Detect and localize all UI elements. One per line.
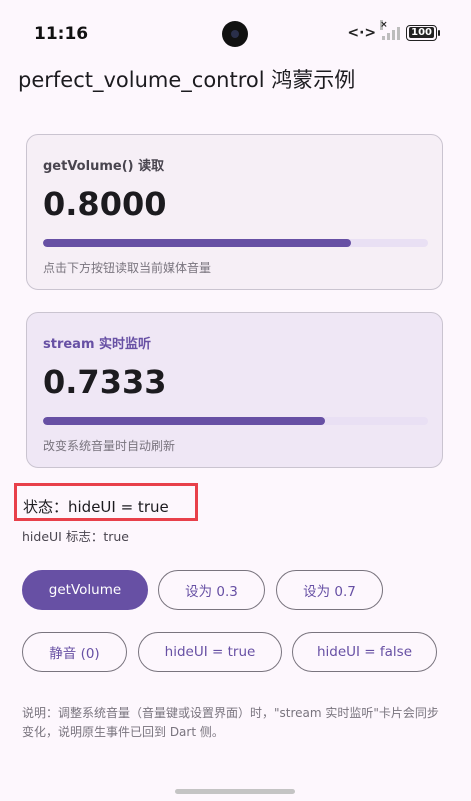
no-signal-mark: ×	[380, 20, 388, 30]
get-volume-progress	[43, 239, 428, 247]
get-volume-progress-fill	[43, 239, 351, 247]
get-volume-card: getVolume() 读取 0.8000 点击下方按钮读取当前媒体音量	[26, 134, 443, 290]
explanation-note: 说明：调整系统音量（音量键或设置界面）时，"stream 实时监听"卡片会同步变…	[22, 706, 439, 739]
battery-icon: 100	[406, 25, 440, 41]
get-volume-value: 0.8000	[43, 185, 167, 223]
status-time: 11:16	[34, 24, 89, 44]
hideui-true-button[interactable]: hideUI = true	[138, 632, 282, 672]
get-volume-card-label: getVolume() 读取	[43, 159, 165, 174]
status-icons: <·> × 100	[347, 20, 440, 41]
set-volume-0-7-button[interactable]: 设为 0.7	[276, 570, 383, 610]
signal-icon: ×	[380, 20, 401, 40]
hideui-false-button[interactable]: hideUI = false	[292, 632, 437, 672]
stream-hint: 改变系统音量时自动刷新	[43, 439, 176, 453]
set-volume-0-3-button[interactable]: 设为 0.3	[158, 570, 265, 610]
status-bar: 11:16 <·> × 100	[0, 0, 471, 64]
data-transfer-icon: <·>	[347, 25, 377, 41]
camera-cutout-icon	[222, 21, 248, 47]
stream-card-label: stream 实时监听	[43, 337, 152, 352]
hideui-flag-text: hideUI 标志：true	[22, 529, 129, 544]
stream-progress-fill	[43, 417, 326, 425]
page-title: perfect_volume_control 鸿蒙示例	[18, 68, 356, 92]
battery-level: 100	[409, 27, 434, 38]
mute-button[interactable]: 静音 (0)	[22, 632, 127, 672]
stream-card: stream 实时监听 0.7333 改变系统音量时自动刷新	[26, 312, 443, 468]
status-text: 状态：hideUI = true	[14, 483, 198, 521]
stream-value: 0.7333	[43, 363, 167, 401]
get-volume-button[interactable]: getVolume	[22, 570, 148, 610]
home-indicator[interactable]	[175, 789, 295, 794]
get-volume-hint: 点击下方按钮读取当前媒体音量	[43, 261, 212, 275]
stream-progress	[43, 417, 428, 425]
